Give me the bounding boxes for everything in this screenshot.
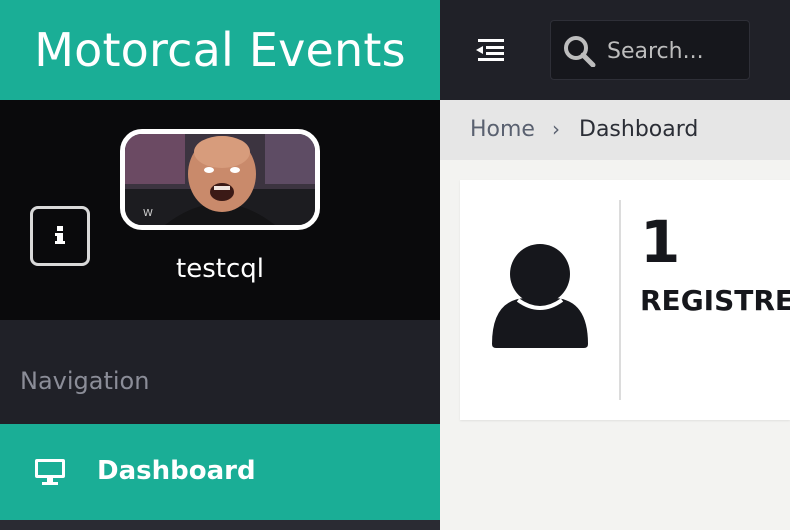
stat-value: 1: [640, 208, 681, 276]
sidebar-nav: Navigation Dashboard: [0, 320, 440, 530]
avatar-photo: W: [125, 134, 315, 225]
avatar[interactable]: W: [120, 129, 320, 230]
search-box[interactable]: [550, 20, 750, 80]
stat-card-registered[interactable]: 1 REGISTRED: [460, 180, 790, 420]
nav-divider: [0, 520, 440, 530]
search-icon[interactable]: [563, 35, 597, 67]
svg-text:W: W: [143, 208, 153, 219]
user-icon: [492, 244, 588, 348]
brand-header[interactable]: Motorcal Events: [0, 0, 440, 100]
search-input[interactable]: [607, 35, 747, 67]
info-icon: [55, 226, 65, 244]
user-profile-panel: W testcql: [0, 100, 440, 320]
stat-label: REGISTRED: [640, 284, 790, 317]
app-title[interactable]: Motorcal Events: [34, 23, 406, 77]
menu-toggle-icon[interactable]: [474, 37, 506, 63]
breadcrumb-current: Dashboard: [579, 117, 699, 142]
info-button[interactable]: [30, 206, 90, 266]
monitor-icon: [35, 459, 65, 485]
sidebar-item-label: Dashboard: [97, 456, 256, 486]
nav-heading: Navigation: [20, 367, 150, 395]
breadcrumb: Home › Dashboard: [440, 100, 790, 160]
username[interactable]: testcql: [120, 254, 320, 284]
top-navbar: [440, 0, 790, 100]
sidebar-item-dashboard[interactable]: Dashboard: [0, 424, 440, 520]
breadcrumb-separator: ›: [552, 117, 560, 141]
card-divider: [619, 200, 621, 400]
breadcrumb-home-link[interactable]: Home: [470, 117, 535, 142]
